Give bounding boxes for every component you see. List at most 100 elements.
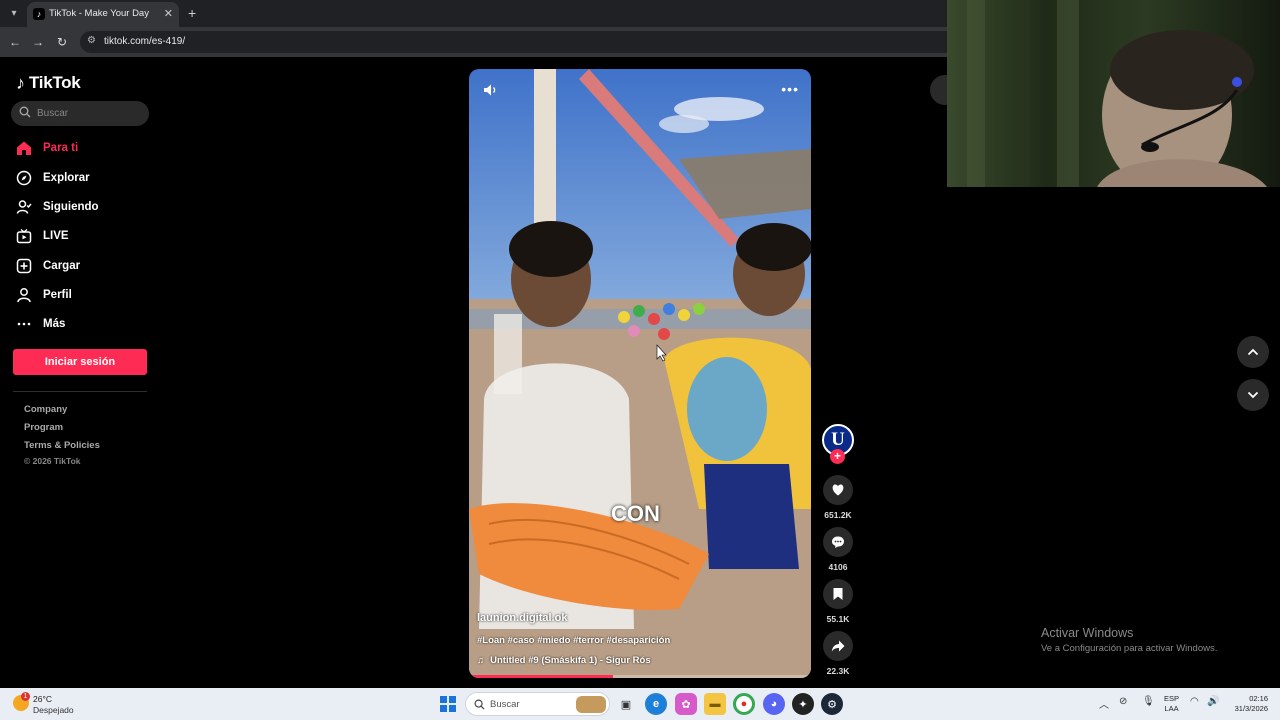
sidebar-item-label: Más [43,318,66,330]
chevron-up-icon [1247,348,1259,356]
video-caption-overlay: CON [611,501,660,526]
url-text: tiktok.com/es-419/ [104,36,186,47]
browser-tab[interactable]: ♪ TikTok - Make Your Day ✕ [27,2,179,27]
compass-icon [16,170,32,186]
sidebar-item-mas[interactable]: Más [16,313,65,335]
file-explorer-icon[interactable]: ▬ [704,693,726,715]
app-icon[interactable]: ✦ [792,693,814,715]
sidebar-item-explorar[interactable]: Explorar [16,167,90,189]
microphone-icon[interactable]: 🎙 [1142,696,1156,710]
copilot-icon[interactable]: ✿ [675,693,697,715]
search-icon [19,106,31,118]
bookmark-icon [833,588,843,600]
discord-icon[interactable]: ◕ [763,693,785,715]
webcam-overlay [947,0,1280,187]
activate-windows-title: Activar Windows [1041,626,1134,640]
upload-icon [16,258,32,274]
tiktok-logo[interactable]: ♪ TikTok [16,72,81,94]
home-icon [16,140,32,156]
weather-description[interactable]: Despejado [33,705,74,715]
windows-taskbar: 1 26°C Despejado Buscar ▣ e ✿ ▬ ● ◕ ✦ ⚙ … [0,688,1280,720]
following-icon [16,199,32,215]
next-video-button[interactable] [1237,379,1269,411]
taskbar-search[interactable]: Buscar [465,692,610,716]
share-button[interactable] [823,631,853,661]
task-view-icon[interactable]: ▣ [615,693,637,715]
video-frame-illustration [469,69,811,678]
save-count: 55.1K [826,614,850,624]
tab-search-chevron-icon[interactable]: ▾ [5,5,23,23]
sidebar-item-siguiendo[interactable]: Siguiendo [16,196,99,218]
edge-browser-icon[interactable]: e [645,693,667,715]
save-button[interactable] [823,579,853,609]
comment-icon [832,536,844,548]
video-player[interactable]: ••• CON launion.digital.ok #Loan #caso #… [469,69,811,678]
forward-arrow-icon[interactable]: → [30,34,46,50]
tab-close-icon[interactable]: ✕ [164,7,173,20]
sidebar-item-perfil[interactable]: Perfil [16,284,72,306]
share-arrow-icon [831,640,845,652]
windows-start-icon[interactable] [440,696,456,712]
tiktok-note-icon: ♪ [16,72,25,93]
copyright-text: © 2026 TikTok [24,456,81,466]
sidebar-item-label: Siguiendo [43,201,99,213]
sidebar-divider [13,391,147,392]
sidebar-item-label: Para ti [43,142,79,154]
language-code: ESP [1164,694,1180,703]
sidebar-item-para-ti[interactable]: Para ti [16,137,78,159]
chevron-down-icon [1247,391,1259,399]
logo-wordmark: TikTok [29,73,81,92]
like-button[interactable] [823,475,853,505]
sidebar-item-label: Perfil [43,289,72,301]
clock-time: 02:16 [1249,694,1268,703]
sidebar-item-label: LIVE [43,230,69,242]
sidebar-item-cargar[interactable]: Cargar [16,255,80,277]
weather-temperature[interactable]: 26°C [33,694,52,704]
video-music[interactable]: ♫ Untitled #9 (Smáskífa 1) - Sigur Rós [477,655,651,666]
reload-icon[interactable]: ↻ [54,34,70,50]
sidebar-item-label: Cargar [43,260,81,272]
activate-windows-subtitle: Ve a Configuración para activar Windows. [1041,643,1218,654]
tab-title: TikTok - Make Your Day [49,8,149,19]
volume-icon[interactable] [481,81,499,99]
footer-link-program[interactable]: Program [24,422,63,433]
clock-date: 31/3/2026 [1234,704,1268,713]
site-settings-icon[interactable]: ⚙ [87,35,96,46]
taskbar-search-label: Buscar [490,699,520,710]
share-count: 22.3K [826,666,850,676]
search-icon [474,699,485,710]
steam-icon[interactable]: ⚙ [821,693,843,715]
sidebar-item-label: Explorar [43,172,90,184]
tray-overflow-chevron-icon[interactable]: ︿ [1099,696,1109,711]
video-progress-bar[interactable] [469,675,811,678]
footer-link-terms[interactable]: Terms & Policies [24,440,100,451]
back-arrow-icon[interactable]: ← [7,34,23,50]
follow-plus-icon[interactable]: + [830,449,845,464]
tiktok-favicon-icon: ♪ [33,8,45,20]
live-icon [16,228,32,244]
sidebar-item-live[interactable]: LIVE [16,225,69,247]
language-indicator[interactable]: ESP LAA [1164,694,1179,714]
music-note-icon: ♫ [477,655,485,666]
weather-badge: 1 [21,692,30,701]
profile-icon [16,287,32,303]
wifi-icon[interactable]: ◠ [1190,696,1204,710]
network-off-icon[interactable]: ⊘ [1119,696,1133,710]
previous-video-button[interactable] [1237,336,1269,368]
video-progress-fill [469,675,613,678]
address-bar[interactable]: ⚙ tiktok.com/es-419/ [80,31,970,53]
system-clock[interactable]: 02:16 31/3/2026 [1228,694,1268,714]
chrome-browser-icon[interactable]: ● [733,693,755,715]
new-tab-plus-icon[interactable]: + [188,5,196,21]
music-title: Untitled #9 (Smáskífa 1) - Sigur Rós [490,655,651,666]
footer-link-company[interactable]: Company [24,404,67,415]
search-input[interactable] [37,105,142,122]
more-options-icon[interactable]: ••• [781,81,799,97]
heart-icon [832,484,844,496]
video-hashtags[interactable]: #Loan #caso #miedo #terror #desaparición [477,635,670,646]
video-author[interactable]: launion.digital.ok [477,612,567,624]
login-button[interactable]: Iniciar sesión [13,349,147,375]
speaker-icon[interactable]: 🔊 [1207,696,1221,710]
sidebar-search[interactable] [11,101,149,126]
comment-button[interactable] [823,527,853,557]
